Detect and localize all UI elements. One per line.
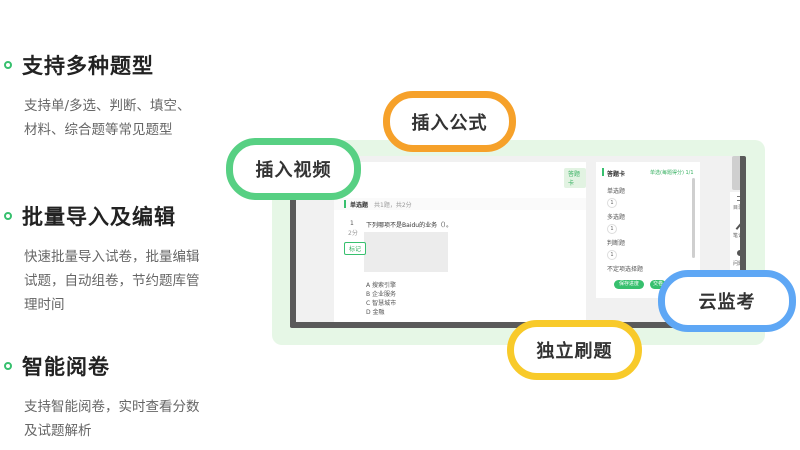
insert-video-pill: 插入视频 xyxy=(226,138,361,200)
feature-question-types: 支持多种题型 支持单/多选、判断、填空、 材料、综合题等常见题型 xyxy=(0,50,230,142)
feature-desc-line: 支持智能阅卷，实时查看分数 xyxy=(24,399,200,415)
pencil-icon[interactable] xyxy=(735,222,740,230)
tool-label[interactable]: 问题 xyxy=(733,260,740,267)
question-icon[interactable] xyxy=(737,250,740,256)
list-icon[interactable] xyxy=(737,196,740,201)
pill-label: 云监考 xyxy=(698,292,756,313)
cloud-proctor-pill: 云监考 xyxy=(658,270,796,332)
save-progress-button[interactable]: 保存进度 xyxy=(614,280,644,289)
insert-formula-pill: 插入公式 xyxy=(383,91,516,152)
card-marker xyxy=(602,168,604,176)
card-scrollbar[interactable] xyxy=(692,178,695,258)
card-section: 不定项选择题 xyxy=(607,266,644,273)
feature-desc-line: 试题，自动组卷，节约题库管 xyxy=(24,273,200,289)
question-image-placeholder xyxy=(364,232,448,272)
option-d[interactable]: D 金融 xyxy=(366,307,385,316)
question-panel: 答题卡 单选题 共1题，共2分 1 2分 下列哪项不是Baidu的业务（）。 标… xyxy=(334,162,586,322)
feature-desc-line: 及试题解析 xyxy=(24,423,92,439)
section-marker xyxy=(344,200,346,208)
answer-card-tag[interactable]: 答题卡 xyxy=(564,168,586,188)
card-section: 判断题 xyxy=(607,240,626,247)
card-section: 多选题 xyxy=(607,214,626,221)
option-a[interactable]: A 搜索引擎 xyxy=(366,280,396,289)
bullet-circle-icon xyxy=(4,362,12,370)
tool-label[interactable]: 笔记 xyxy=(733,232,740,239)
option-c[interactable]: C 智慧城市 xyxy=(366,298,396,307)
question-score: 2分 xyxy=(348,230,358,237)
pill-label: 插入公式 xyxy=(411,112,488,134)
feature-smart-grading: 智能阅卷 支持智能阅卷，实时查看分数 及试题解析 xyxy=(0,351,230,443)
feature-description: 支持单/多选、判断、填空、 材料、综合题等常见题型 xyxy=(24,94,230,142)
bullet-circle-icon xyxy=(4,212,12,220)
feature-title: 批量导入及编辑 xyxy=(22,205,176,229)
independent-practice-pill: 独立刷题 xyxy=(507,320,642,380)
section-title: 单选题 xyxy=(350,202,369,209)
feature-title: 智能阅卷 xyxy=(22,355,110,379)
bullet-circle-icon xyxy=(4,61,12,69)
card-number[interactable]: 1 xyxy=(607,250,617,260)
card-section: 单选题 xyxy=(607,188,626,195)
card-title: 答题卡 xyxy=(607,171,626,178)
feature-desc-line: 理时间 xyxy=(24,297,65,313)
question-text: 下列哪项不是Baidu的业务（）。 xyxy=(366,222,453,229)
card-link[interactable]: 单选(每题得分) 1/1 xyxy=(650,169,694,176)
feature-batch-import: 批量导入及编辑 快速批量导入试卷，批量编辑 试题，自动组卷，节约题库管 理时间 xyxy=(0,201,230,317)
feature-desc-line: 快速批量导入试卷，批量编辑 xyxy=(24,249,200,265)
feature-title: 支持多种题型 xyxy=(22,54,154,78)
tool-label[interactable]: 目录 xyxy=(733,204,740,211)
section-header xyxy=(334,198,586,210)
question-number: 1 xyxy=(350,220,354,227)
pill-label: 插入视频 xyxy=(255,160,332,181)
feature-description: 快速批量导入试卷，批量编辑 试题，自动组卷，节约题库管 理时间 xyxy=(24,245,230,317)
mark-button[interactable]: 标记 xyxy=(344,242,367,255)
option-b[interactable]: B 企业服务 xyxy=(366,289,396,298)
card-number[interactable]: 1 xyxy=(607,224,617,234)
feature-desc-line: 支持单/多选、判断、填空、 xyxy=(24,98,191,114)
pill-label: 独立刷题 xyxy=(536,341,613,362)
card-number[interactable]: 1 xyxy=(607,198,617,208)
window-scrollbar[interactable] xyxy=(732,156,740,190)
feature-description: 支持智能阅卷，实时查看分数 及试题解析 xyxy=(24,395,230,443)
section-meta: 共1题，共2分 xyxy=(374,202,412,209)
feature-desc-line: 材料、综合题等常见题型 xyxy=(24,122,173,138)
